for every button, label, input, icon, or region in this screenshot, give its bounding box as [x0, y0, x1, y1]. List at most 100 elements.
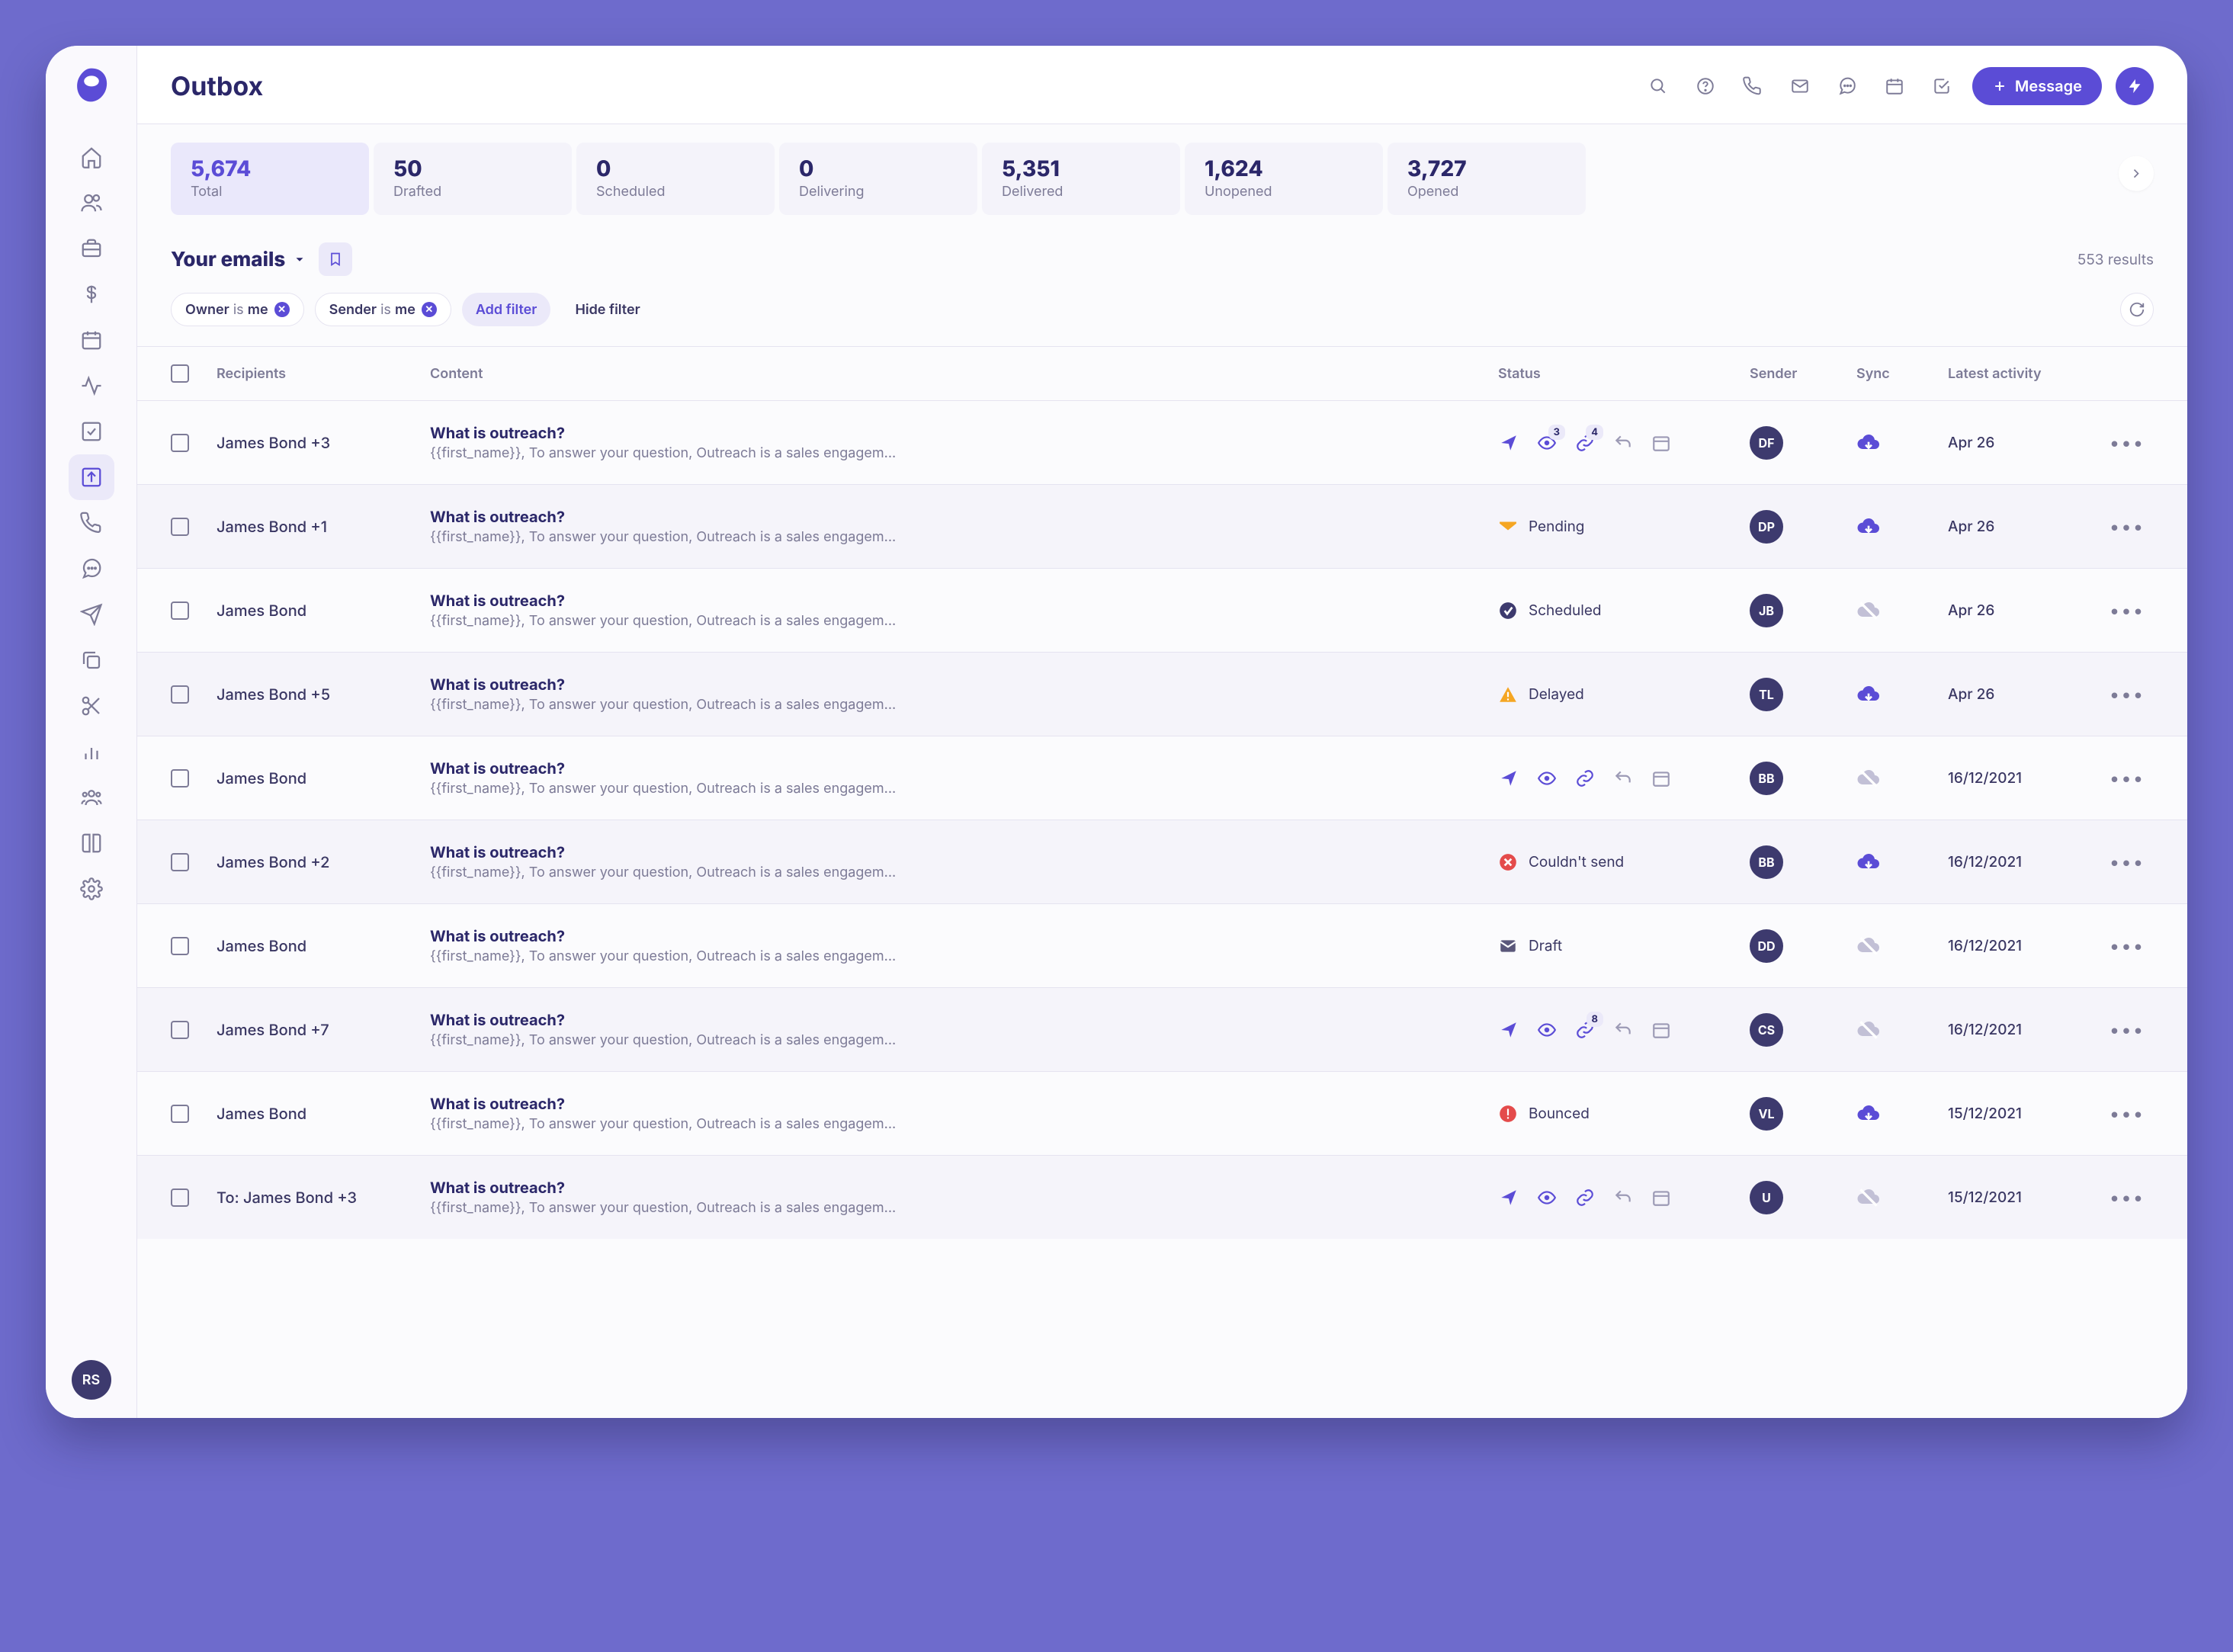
- table-row[interactable]: James Bond +5 What is outreach? {{first_…: [137, 652, 2187, 736]
- row-menu-button[interactable]: •••: [2100, 1102, 2154, 1124]
- row-menu-button[interactable]: •••: [2100, 851, 2154, 873]
- nav-settings[interactable]: [69, 866, 114, 912]
- sender-avatar[interactable]: TL: [1750, 678, 1783, 711]
- schedule-icon[interactable]: [1651, 768, 1672, 789]
- row-menu-button[interactable]: •••: [2100, 431, 2154, 454]
- open-icon[interactable]: [1536, 1187, 1558, 1208]
- row-menu-button[interactable]: •••: [2100, 515, 2154, 537]
- new-message-button[interactable]: Message: [1972, 67, 2102, 105]
- nav-check-square[interactable]: [69, 409, 114, 454]
- sender-avatar[interactable]: JB: [1750, 594, 1783, 627]
- mail-icon[interactable]: [1783, 69, 1817, 103]
- row-menu-button[interactable]: •••: [2100, 599, 2154, 621]
- refresh-button[interactable]: [2120, 293, 2154, 326]
- phone-icon[interactable]: [1736, 69, 1769, 103]
- select-all-checkbox[interactable]: [171, 364, 189, 383]
- row-checkbox[interactable]: [171, 601, 189, 620]
- nav-book[interactable]: [69, 820, 114, 866]
- row-menu-button[interactable]: •••: [2100, 1018, 2154, 1041]
- sender-avatar[interactable]: CS: [1750, 1013, 1783, 1047]
- view-selector[interactable]: Your emails: [171, 248, 306, 271]
- table-row[interactable]: To: James Bond +3 What is outreach? {{fi…: [137, 1155, 2187, 1239]
- comment-icon[interactable]: [1830, 69, 1864, 103]
- table-row[interactable]: James Bond +3 What is outreach? {{first_…: [137, 400, 2187, 484]
- reply-icon[interactable]: [1612, 768, 1634, 789]
- link-icon[interactable]: 4: [1574, 432, 1596, 454]
- filter-chip[interactable]: Sender is me✕: [315, 293, 451, 326]
- row-menu-button[interactable]: •••: [2100, 767, 2154, 789]
- table-row[interactable]: James Bond What is outreach? {{first_nam…: [137, 1071, 2187, 1155]
- table-row[interactable]: James Bond +1 What is outreach? {{first_…: [137, 484, 2187, 568]
- current-user-avatar[interactable]: RS: [72, 1360, 111, 1400]
- row-checkbox[interactable]: [171, 769, 189, 788]
- link-icon[interactable]: [1574, 768, 1596, 789]
- col-sync[interactable]: Sync: [1856, 366, 1948, 382]
- sender-avatar[interactable]: BB: [1750, 845, 1783, 879]
- row-checkbox[interactable]: [171, 685, 189, 704]
- sender-avatar[interactable]: DD: [1750, 929, 1783, 963]
- stat-card-scheduled[interactable]: 0Scheduled: [576, 143, 775, 215]
- reply-icon[interactable]: [1612, 1187, 1634, 1208]
- row-checkbox[interactable]: [171, 1105, 189, 1123]
- nav-copy[interactable]: [69, 637, 114, 683]
- nav-dollar[interactable]: [69, 271, 114, 317]
- sender-avatar[interactable]: DP: [1750, 510, 1783, 544]
- open-icon[interactable]: [1536, 1019, 1558, 1041]
- nav-chart[interactable]: [69, 729, 114, 775]
- col-sender[interactable]: Sender: [1750, 366, 1856, 382]
- nav-phone[interactable]: [69, 500, 114, 546]
- nav-calendar[interactable]: [69, 317, 114, 363]
- col-latest[interactable]: Latest activity: [1948, 366, 2100, 382]
- table-row[interactable]: James Bond What is outreach? {{first_nam…: [137, 736, 2187, 820]
- nav-chat[interactable]: [69, 546, 114, 592]
- hide-filter-button[interactable]: Hide filter: [561, 293, 653, 326]
- filter-chip[interactable]: Owner is me✕: [171, 293, 304, 326]
- link-icon[interactable]: [1574, 1187, 1596, 1208]
- open-icon[interactable]: [1536, 768, 1558, 789]
- nav-team[interactable]: [69, 775, 114, 820]
- bookmark-button[interactable]: [319, 242, 352, 276]
- nav-briefcase[interactable]: [69, 226, 114, 271]
- row-menu-button[interactable]: •••: [2100, 683, 2154, 705]
- row-menu-button[interactable]: •••: [2100, 935, 2154, 957]
- nav-send[interactable]: [69, 592, 114, 637]
- stat-card-drafted[interactable]: 50Drafted: [374, 143, 572, 215]
- nav-activity[interactable]: [69, 363, 114, 409]
- add-filter-button[interactable]: Add filter: [462, 293, 551, 326]
- sender-avatar[interactable]: DF: [1750, 426, 1783, 460]
- remove-chip-icon[interactable]: ✕: [422, 302, 437, 317]
- stat-card-unopened[interactable]: 1,624Unopened: [1185, 143, 1383, 215]
- row-menu-button[interactable]: •••: [2100, 1186, 2154, 1208]
- reply-icon[interactable]: [1612, 432, 1634, 454]
- sender-avatar[interactable]: BB: [1750, 762, 1783, 795]
- col-content[interactable]: Content: [430, 366, 1498, 382]
- nav-scissors[interactable]: [69, 683, 114, 729]
- help-icon[interactable]: [1689, 69, 1722, 103]
- search-icon[interactable]: [1641, 69, 1675, 103]
- sender-avatar[interactable]: VL: [1750, 1097, 1783, 1131]
- table-row[interactable]: James Bond +7 What is outreach? {{first_…: [137, 987, 2187, 1071]
- reply-icon[interactable]: [1612, 1019, 1634, 1041]
- row-checkbox[interactable]: [171, 937, 189, 955]
- schedule-icon[interactable]: [1651, 1187, 1672, 1208]
- table-row[interactable]: James Bond +2 What is outreach? {{first_…: [137, 820, 2187, 903]
- calendar-icon[interactable]: [1878, 69, 1911, 103]
- table-row[interactable]: James Bond What is outreach? {{first_nam…: [137, 903, 2187, 987]
- nav-outbox[interactable]: [69, 454, 114, 500]
- col-recipients[interactable]: Recipients: [217, 366, 430, 382]
- row-checkbox[interactable]: [171, 518, 189, 536]
- nav-people[interactable]: [69, 180, 114, 226]
- stats-next-button[interactable]: [2119, 156, 2154, 191]
- schedule-icon[interactable]: [1651, 432, 1672, 454]
- schedule-icon[interactable]: [1651, 1019, 1672, 1041]
- open-icon[interactable]: 3: [1536, 432, 1558, 454]
- row-checkbox[interactable]: [171, 1021, 189, 1039]
- sender-avatar[interactable]: U: [1750, 1181, 1783, 1214]
- nav-home[interactable]: [69, 134, 114, 180]
- quick-action-button[interactable]: [2116, 67, 2154, 105]
- stat-card-total[interactable]: 5,674Total: [171, 143, 369, 215]
- task-icon[interactable]: [1925, 69, 1959, 103]
- row-checkbox[interactable]: [171, 853, 189, 871]
- stat-card-delivered[interactable]: 5,351Delivered: [982, 143, 1180, 215]
- remove-chip-icon[interactable]: ✕: [274, 302, 290, 317]
